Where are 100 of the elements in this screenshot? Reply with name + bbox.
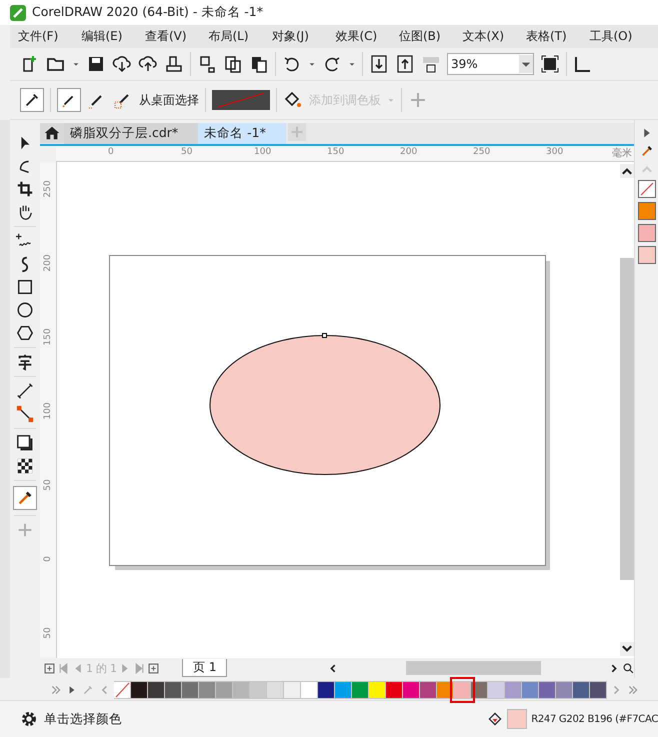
copy-icon[interactable] [223,54,243,74]
node-handle[interactable] [322,333,327,338]
color-swatch[interactable] [335,681,352,699]
checker-tool-icon[interactable] [16,457,34,475]
ruler-label: 150 [43,327,53,347]
ruler-label: 300 [546,147,564,157]
home-icon[interactable] [40,123,64,143]
menu-item[interactable]: 编辑(E) [82,28,145,45]
menu-item[interactable]: 对象(J) [272,28,336,45]
ellipse-tool-icon[interactable] [16,301,34,319]
document-tab[interactable]: 未命名 -1* [198,123,286,144]
shadow-tool-icon[interactable] [16,434,34,452]
color-swatch[interactable] [216,681,233,699]
ruler-label: 150 [327,147,344,157]
color-swatch[interactable] [301,681,318,699]
color-preview-swatch [212,90,270,110]
line-tool-icon[interactable] [16,382,34,400]
cloud-upload-icon[interactable] [138,54,158,74]
app-logo-icon [10,4,26,20]
color-swatch[interactable] [573,681,590,699]
page-total: 1 [110,662,117,674]
connector-tool-icon[interactable] [16,405,34,423]
crop-tool-icon[interactable] [16,180,34,198]
menu-item[interactable]: 位图(B) [399,28,462,45]
ruler-label: 0 [108,147,114,157]
zoom-icon[interactable] [623,662,634,674]
menu-item[interactable]: 布局(L) [208,28,272,45]
page-number: 1 [86,662,93,674]
color-swatch[interactable] [386,681,403,699]
menu-item[interactable]: 效果(C) [336,28,399,45]
eyedropper-tool-icon[interactable] [13,486,37,510]
color-swatch[interactable] [638,202,656,220]
eyedropper-icon[interactable] [640,144,654,158]
add-page-icon[interactable] [44,662,55,674]
status-hint: 单击选择颜色 [44,710,122,728]
page-of-label: 的 [96,660,107,676]
color-swatch[interactable] [590,681,607,699]
color-swatch[interactable] [420,681,437,699]
menu-item[interactable]: 工具(O) [590,28,653,45]
color-swatch[interactable] [233,681,250,699]
ruler-label: 50 [43,626,53,641]
color-swatch[interactable] [284,681,301,699]
color-swatch[interactable] [638,246,656,264]
ruler-label: 250 [43,179,53,199]
color-swatch[interactable] [505,681,522,699]
ruler-label: 50 [43,478,53,493]
color-swatch[interactable] [267,681,284,699]
page-tab[interactable]: 页 1 [182,659,228,677]
color-swatch[interactable] [199,681,216,699]
paint-bucket-icon[interactable] [283,90,303,110]
window-title: CorelDRAW 2020 (64-Bit) - 未命名 -1* [32,4,264,21]
ruler-label: 100 [254,147,272,157]
color-swatch[interactable] [165,681,182,699]
eyedropper-icon[interactable] [20,88,44,112]
eyedropper-icon[interactable] [57,88,81,112]
color-readout: R247 G202 B196 (#F7CAC [531,714,658,724]
save-icon[interactable] [86,54,106,74]
add-page-icon[interactable] [148,662,159,674]
zoom-dropdown[interactable]: 39% [447,53,534,75]
menu-item[interactable]: 文本(X) [462,28,526,45]
color-swatch[interactable] [539,681,556,699]
text-tool-icon[interactable] [16,353,34,371]
ruler-unit: 毫米 [612,146,632,160]
color-swatch[interactable] [148,681,165,699]
color-swatch[interactable] [488,681,505,699]
color-swatch[interactable] [403,681,420,699]
rect-tool-icon[interactable] [16,278,34,296]
scroll-up-icon[interactable] [620,164,634,178]
color-swatch[interactable] [250,681,267,699]
color-swatch[interactable] [638,224,656,242]
color-swatch[interactable] [522,681,539,699]
polygon-tool-icon[interactable] [16,324,34,342]
full-screen-icon[interactable] [540,54,560,74]
desktop-pick-button[interactable]: 从桌面选择 [139,92,199,108]
menu-item[interactable]: 表格(T) [526,28,590,45]
ruler-label: 50 [181,147,192,157]
menu-item[interactable]: 查看(V) [145,28,208,45]
color-swatch[interactable] [352,681,369,699]
ruler-label: 200 [400,147,418,157]
color-swatch[interactable] [369,681,386,699]
menu-item[interactable]: 文件(F) [18,28,82,45]
document-tab[interactable]: 磷脂双分子层.cdr* [64,123,198,144]
ruler-icon[interactable] [573,54,593,74]
ruler-label: 100 [43,401,53,421]
settings-icon[interactable] [20,710,38,728]
no-color-swatch[interactable] [638,180,656,198]
ruler-label: 200 [43,253,53,273]
color-swatch[interactable] [182,681,199,699]
scroll-down-icon[interactable] [620,642,634,656]
horizontal-scrollbar[interactable] [406,661,541,675]
color-swatch[interactable] [556,681,573,699]
color-swatch[interactable] [318,681,335,699]
vertical-scrollbar[interactable] [620,258,634,580]
fill-icon [487,711,504,727]
ruler-label: 0 [43,555,53,564]
print-icon[interactable] [164,54,184,74]
paste-icon[interactable] [249,54,269,74]
cloud-download-icon[interactable] [112,54,132,74]
color-swatch[interactable] [131,681,148,699]
no-color-swatch[interactable] [114,681,131,699]
